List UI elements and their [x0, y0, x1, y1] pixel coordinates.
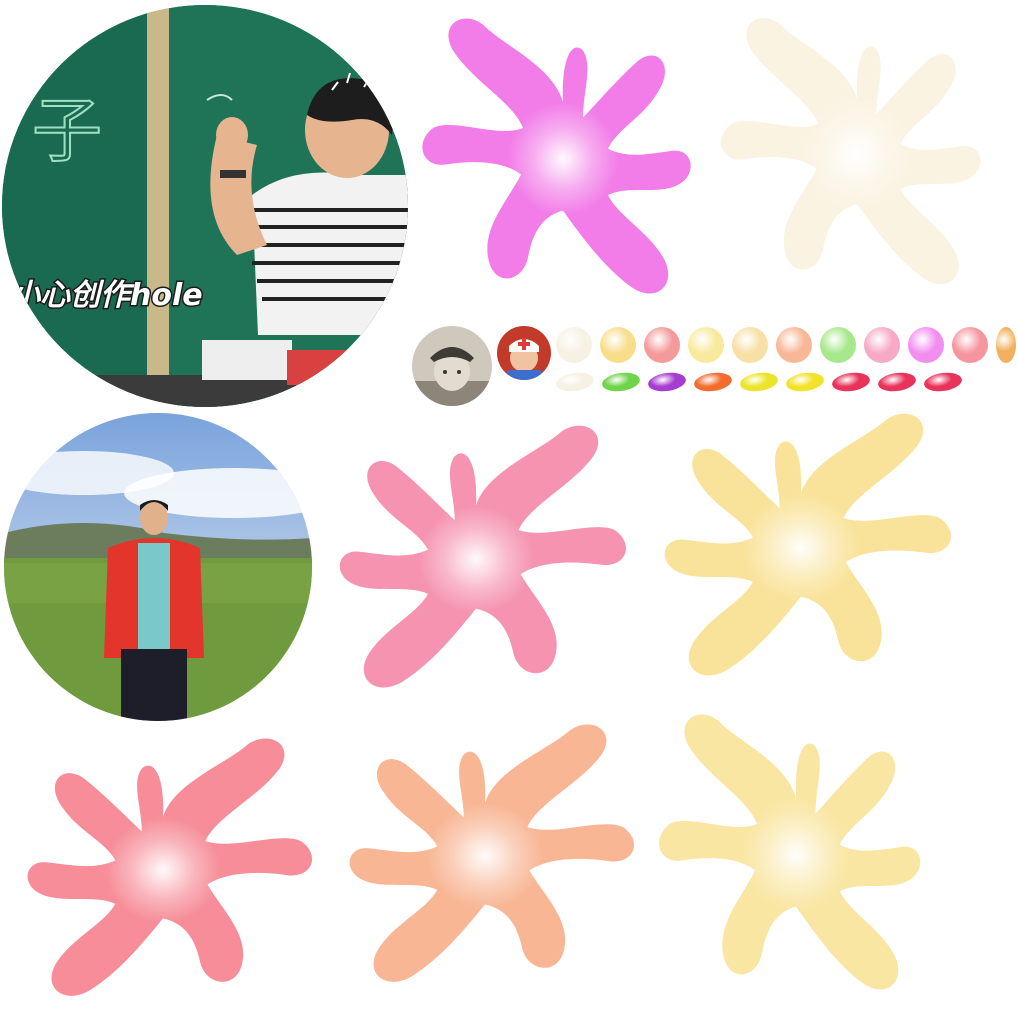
- splat-middle-left: [316, 412, 636, 707]
- color-dot: [776, 327, 812, 363]
- child-nurse-hat-avatar: [497, 326, 551, 380]
- splat-middle-right: [641, 400, 961, 695]
- classroom-photo: 子 小心创作hole: [2, 5, 408, 407]
- child-in-cap-avatar: [412, 326, 492, 406]
- outdoor-portrait-photo: [4, 413, 312, 721]
- color-dot: [864, 327, 900, 363]
- candy-pill: [830, 370, 872, 394]
- candy-pill: [738, 370, 780, 394]
- splat-bottom-right: [650, 700, 942, 1010]
- splat-bottom-left: [4, 725, 322, 1015]
- candy-pill: [784, 370, 826, 394]
- candy-pill: [600, 370, 642, 394]
- photo-caption: 小心创作hole: [10, 278, 203, 313]
- candy-pill: [692, 370, 734, 394]
- splat-top-right: [712, 4, 1002, 304]
- color-dot: [908, 327, 944, 363]
- color-dot: [996, 327, 1016, 363]
- splat-top-middle: [413, 4, 713, 314]
- color-dot: [688, 327, 724, 363]
- splat-bottom-middle: [326, 711, 644, 1001]
- candy-pill: [554, 370, 596, 394]
- board-character: 子: [32, 90, 102, 172]
- color-dot: [644, 327, 680, 363]
- color-dot: [820, 327, 856, 363]
- color-dot: [952, 327, 988, 363]
- candy-pill: [646, 370, 688, 394]
- candy-pill: [876, 370, 918, 394]
- color-dot: [600, 327, 636, 363]
- candy-pill: [922, 370, 964, 394]
- color-dot: [732, 327, 768, 363]
- color-dot: [556, 327, 592, 363]
